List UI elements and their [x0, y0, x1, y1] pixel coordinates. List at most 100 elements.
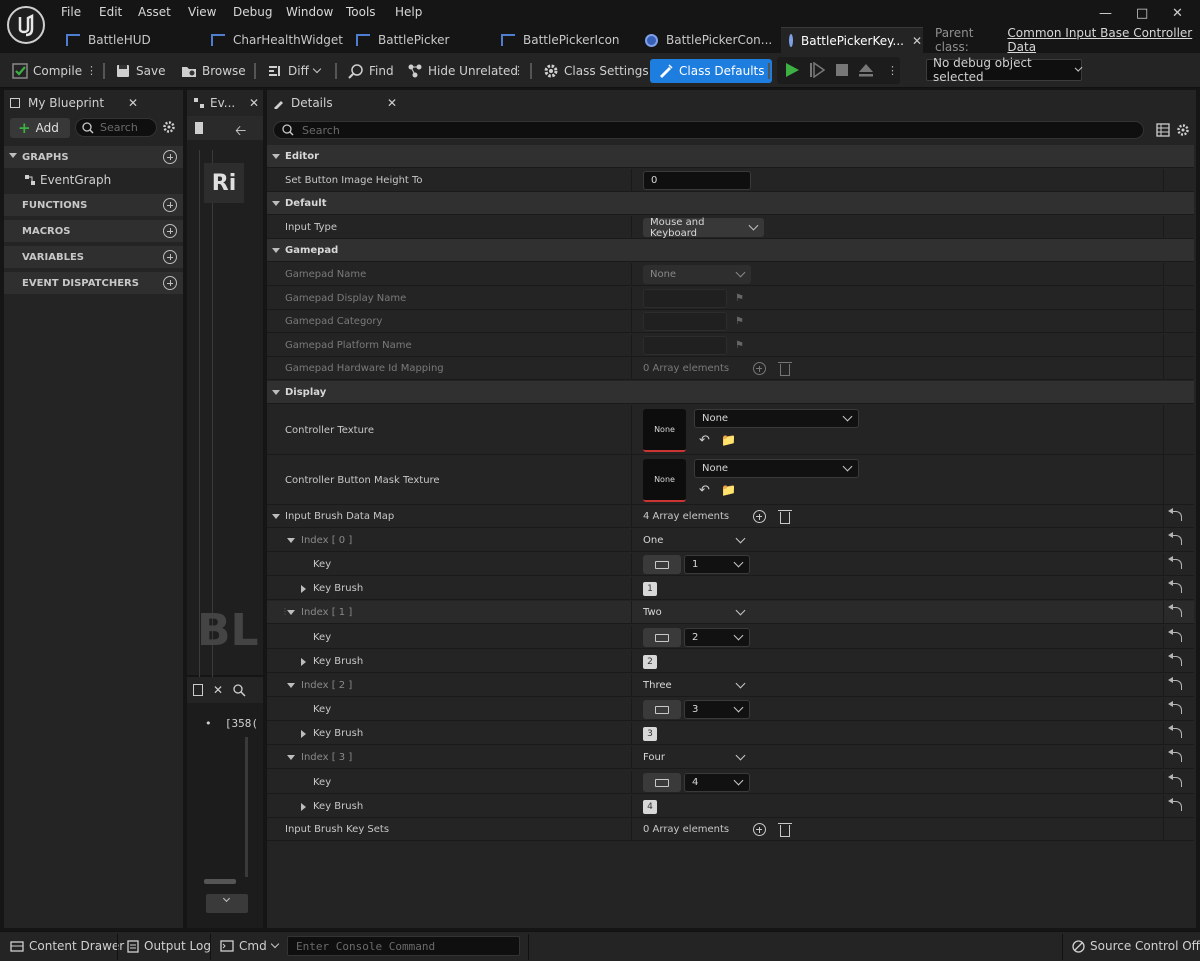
doc-tab-charhealthwidget[interactable]: CharHealthWidget: [203, 27, 343, 53]
keyboard-icon[interactable]: [643, 555, 681, 574]
class-defaults-button[interactable]: Class Defaults: [650, 59, 773, 83]
expand-arrow-icon[interactable]: [301, 658, 310, 666]
browse-folder-icon[interactable]: 📁: [721, 483, 736, 497]
brush-preview[interactable]: 3: [643, 726, 657, 741]
h-scrollbar[interactable]: [204, 879, 236, 884]
entry-value-select[interactable]: Four: [643, 748, 751, 767]
reset-icon[interactable]: [1168, 701, 1182, 714]
doc-tab-battlepickercon[interactable]: BattlePickerCon...: [637, 27, 779, 53]
menu-edit[interactable]: Edit: [99, 5, 122, 19]
diff-button[interactable]: Diff: [267, 59, 322, 83]
keyboard-icon[interactable]: [643, 700, 681, 719]
collapse-arrow-icon[interactable]: [272, 514, 280, 523]
source-control-button[interactable]: Source Control Off: [1072, 939, 1200, 953]
compile-options-icon[interactable]: ⋮: [86, 64, 97, 77]
brush-preview[interactable]: 4: [643, 799, 657, 814]
event-graph-tab[interactable]: Ev... ✕: [187, 90, 263, 116]
maximize-icon[interactable]: □: [1136, 6, 1148, 21]
close-tab-icon[interactable]: ✕: [912, 34, 922, 48]
menu-help[interactable]: Help: [395, 5, 422, 19]
doc-tab-battlehud[interactable]: BattleHUD: [58, 27, 198, 53]
cmd-select[interactable]: Cmd: [220, 939, 279, 953]
menu-file[interactable]: File: [61, 5, 81, 19]
browse-folder-icon[interactable]: 📁: [721, 433, 736, 447]
blueprint-search-input[interactable]: Search: [75, 118, 157, 137]
close-tab-icon[interactable]: ✕: [128, 96, 138, 110]
category-editor[interactable]: Editor: [267, 145, 1194, 168]
category-default[interactable]: Default: [267, 192, 1194, 215]
reset-icon[interactable]: [1168, 532, 1182, 545]
reset-icon[interactable]: [1168, 749, 1182, 762]
gamepad-platform-input[interactable]: [643, 336, 727, 355]
browse-button[interactable]: Browse: [181, 59, 246, 83]
close-tab-icon[interactable]: ✕: [249, 96, 259, 110]
trash-icon[interactable]: [778, 361, 792, 376]
flag-icon[interactable]: ⚑: [735, 316, 744, 327]
add-dispatcher-icon[interactable]: [163, 276, 177, 290]
reset-icon[interactable]: [1168, 653, 1182, 666]
add-function-icon[interactable]: [163, 198, 177, 212]
reset-icon[interactable]: [1168, 677, 1182, 690]
doc-tab-battlepicker[interactable]: BattlePicker: [348, 27, 488, 53]
menu-asset[interactable]: Asset: [138, 5, 171, 19]
add-element-icon[interactable]: [753, 362, 766, 375]
expand-arrow-icon[interactable]: [301, 730, 310, 738]
doc-tab-battlepickerkey[interactable]: BattlePickerKey... ✕: [781, 27, 923, 53]
entry-value-select[interactable]: Two: [643, 603, 751, 622]
settings-gear-icon[interactable]: [1176, 123, 1190, 137]
keyboard-icon[interactable]: [643, 628, 681, 647]
macros-section[interactable]: MACROS: [4, 220, 183, 242]
play-icon[interactable]: [784, 62, 800, 78]
use-selected-icon[interactable]: ↶: [699, 433, 710, 448]
table-view-icon[interactable]: [1156, 123, 1170, 137]
brush-preview[interactable]: 1: [643, 581, 657, 596]
entry-value-select[interactable]: One: [643, 531, 751, 550]
graphs-section[interactable]: GRAPHS: [4, 146, 183, 168]
close-tab-icon[interactable]: ✕: [213, 683, 223, 697]
trash-icon[interactable]: [778, 509, 792, 524]
add-macro-icon[interactable]: [163, 224, 177, 238]
stop-icon[interactable]: [834, 62, 850, 78]
search-icon[interactable]: [233, 683, 246, 697]
entry-value-select[interactable]: Three: [643, 676, 751, 695]
reset-icon[interactable]: [1168, 725, 1182, 738]
category-display[interactable]: Display: [267, 381, 1194, 404]
gamepad-display-input[interactable]: [643, 289, 727, 308]
gamepad-category-input[interactable]: [643, 312, 727, 331]
flag-icon[interactable]: ⚑: [735, 293, 744, 304]
use-selected-icon[interactable]: ↶: [699, 483, 710, 498]
add-graph-icon[interactable]: [163, 150, 177, 164]
functions-section[interactable]: FUNCTIONS: [4, 194, 183, 216]
graph-node[interactable]: Ri: [204, 163, 244, 203]
flag-icon[interactable]: ⚑: [735, 340, 744, 351]
reset-icon[interactable]: [1168, 580, 1182, 593]
content-drawer-button[interactable]: Content Drawer: [10, 939, 124, 953]
mask-texture-select[interactable]: None: [694, 459, 859, 478]
brush-preview[interactable]: 2: [643, 654, 657, 669]
collapse-arrow-icon[interactable]: [287, 610, 295, 619]
collapse-arrow-icon[interactable]: [287, 683, 295, 692]
controller-texture-select[interactable]: None: [694, 409, 859, 428]
eject-icon[interactable]: [858, 62, 874, 78]
scrollbar[interactable]: [245, 737, 248, 877]
details-tab[interactable]: Details ✕: [267, 90, 405, 116]
expand-button[interactable]: [206, 894, 248, 913]
back-arrow-icon[interactable]: 🡠: [235, 120, 246, 144]
compile-button[interactable]: Compile: [12, 59, 82, 83]
output-log-button[interactable]: Output Log: [127, 939, 211, 953]
menu-window[interactable]: Window: [286, 5, 333, 19]
input-type-select[interactable]: Mouse and Keyboard: [643, 217, 764, 239]
event-graph-item[interactable]: EventGraph: [24, 173, 111, 187]
reset-icon[interactable]: [1168, 774, 1182, 787]
hide-unrelated-button[interactable]: Hide Unrelated: [407, 59, 518, 83]
my-blueprint-tab[interactable]: My Blueprint ✕: [4, 90, 146, 116]
menu-tools[interactable]: Tools: [346, 5, 376, 19]
collapse-arrow-icon[interactable]: [287, 538, 295, 547]
height-input[interactable]: 0: [643, 171, 751, 190]
reset-icon[interactable]: [1168, 629, 1182, 642]
menu-debug[interactable]: Debug: [233, 5, 272, 19]
doc-tab-battlepickericon[interactable]: BattlePickerIcon: [493, 27, 633, 53]
close-window-icon[interactable]: ✕: [1172, 6, 1183, 21]
reset-icon[interactable]: [1168, 556, 1182, 569]
key-select[interactable]: 4: [684, 773, 750, 792]
